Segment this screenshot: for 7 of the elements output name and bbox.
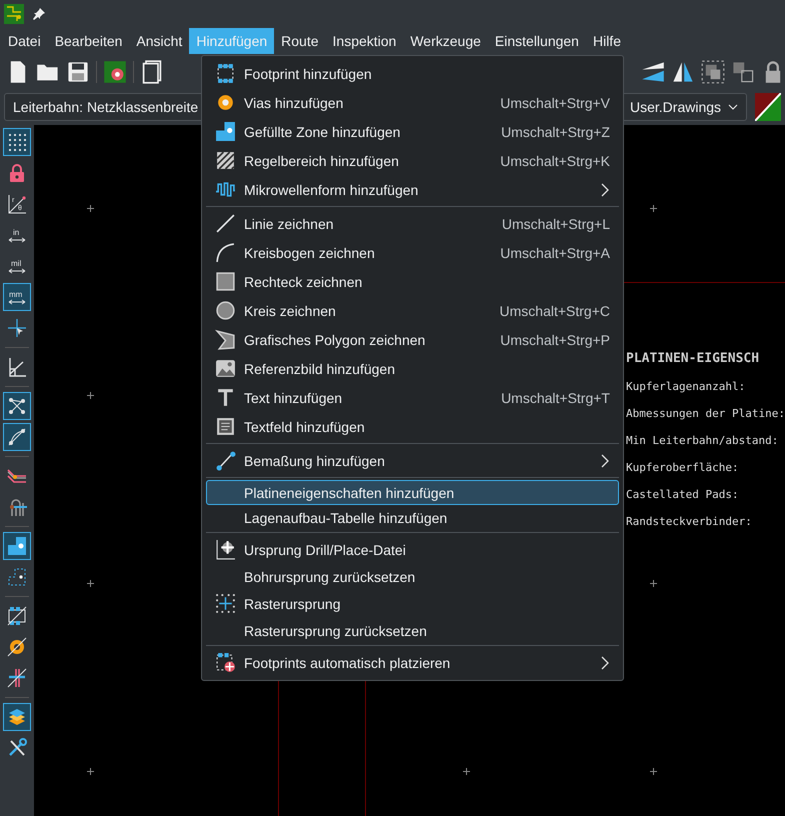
board-properties-title: PLATINEN-EIGENSCH bbox=[626, 351, 760, 366]
board-property-label: Castellated Pads: bbox=[626, 488, 740, 501]
board-property-label: Abmessungen der Platine: bbox=[626, 407, 785, 420]
board-property-label: Kupferlagenanzahl: bbox=[626, 380, 746, 393]
board-property-label: Randsteckverbinder: bbox=[626, 515, 753, 528]
board-property-label: Kupferoberfläche: bbox=[626, 461, 740, 474]
board-property-label: Min Leiterbahn/abstand: bbox=[626, 434, 780, 447]
